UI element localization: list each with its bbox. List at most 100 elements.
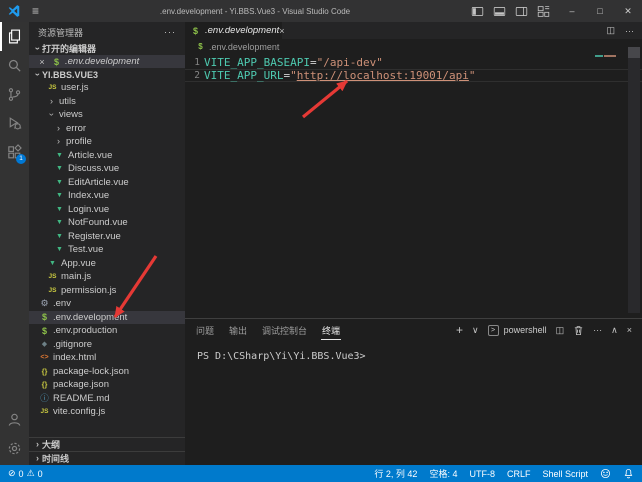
terminal[interactable]: PS D:\CSharp\Yi\Yi.BBS.Vue3> [197, 351, 642, 362]
timeline-section[interactable]: › 时间线 [29, 451, 185, 465]
tree-item-profile[interactable]: ›profile [29, 135, 185, 149]
panel-tab-problems[interactable]: 问题 [195, 320, 215, 340]
code-token: "/api-dev" [317, 56, 383, 69]
search-icon[interactable] [0, 51, 29, 80]
scrollbar[interactable] [628, 47, 640, 313]
tree-item-views[interactable]: ›views [29, 108, 185, 122]
tree-item-NotFound.vue[interactable]: ▼NotFound.vue [29, 216, 185, 230]
feedback-icon[interactable] [600, 468, 611, 479]
close-panel-icon[interactable]: × [627, 325, 632, 335]
powershell-icon: > [488, 325, 499, 336]
maximize-panel-icon[interactable]: ∧ [611, 325, 618, 336]
tree-item-user.js[interactable]: JSuser.js [29, 81, 185, 95]
close-icon[interactable]: × [37, 57, 47, 67]
language-mode[interactable]: Shell Script [542, 469, 588, 479]
extensions-icon[interactable]: 1 [0, 138, 29, 167]
code-line-1[interactable]: 1VITE_APP_BASEAPI="/api-dev" [185, 56, 642, 69]
panel-tab-terminal[interactable]: 终端 [321, 320, 341, 340]
tree-item-.env[interactable]: ⚙.env [29, 297, 185, 311]
code-token: VITE_APP_URL [204, 69, 283, 82]
tree-item-label: .env [53, 298, 71, 309]
open-editor-item-env-development[interactable]: × $ .env.development [29, 55, 185, 68]
html-file-icon: <> [39, 354, 50, 361]
tree-item-label: vite.config.js [53, 406, 105, 417]
vscode-logo-icon [7, 4, 21, 18]
close-icon[interactable]: × [279, 26, 284, 36]
indentation[interactable]: 空格: 4 [429, 467, 457, 480]
split-editor-icon[interactable]: ◫ [606, 25, 615, 36]
diamond-file-icon: ◆ [39, 340, 50, 348]
tree-item-Register.vue[interactable]: ▼Register.vue [29, 230, 185, 244]
activity-bar: 1 [0, 22, 29, 465]
split-terminal-icon[interactable]: ◫ [556, 325, 565, 336]
chevron-down-icon: › [33, 70, 42, 79]
tree-item-label: README.md [53, 393, 109, 404]
eol-sequence[interactable]: CRLF [507, 469, 531, 479]
problems-status[interactable]: ⊘ 0 ⚠ 0 [8, 468, 43, 479]
code-lines[interactable]: 1VITE_APP_BASEAPI="/api-dev"2VITE_APP_UR… [185, 54, 642, 82]
toggle-sidebar-icon[interactable] [471, 5, 484, 18]
tree-item-main.js[interactable]: JSmain.js [29, 270, 185, 284]
shell-icon: $ [190, 26, 201, 36]
account-icon[interactable] [0, 405, 29, 434]
scrollbar-slider[interactable] [628, 47, 640, 58]
tab-env-development[interactable]: $ .env.development × [185, 22, 282, 39]
tree-item-label: EditArticle.vue [68, 177, 129, 188]
tree-item-vite.config.js[interactable]: JSvite.config.js [29, 405, 185, 419]
more-actions-icon[interactable]: ··· [593, 325, 602, 335]
tree-item-App.vue[interactable]: ▼App.vue [29, 257, 185, 271]
tree-item-label: profile [66, 136, 92, 147]
more-actions-icon[interactable]: ··· [164, 27, 176, 37]
explorer-icon[interactable] [0, 22, 29, 51]
close-button[interactable]: ✕ [614, 0, 642, 22]
tree-item-package-lock.json[interactable]: {}package-lock.json [29, 365, 185, 379]
run-debug-icon[interactable] [0, 109, 29, 138]
tree-item-README.md[interactable]: ⓘREADME.md [29, 392, 185, 406]
customize-layout-icon[interactable] [537, 5, 550, 18]
source-control-icon[interactable] [0, 80, 29, 109]
tree-item-.gitignore[interactable]: ◆.gitignore [29, 338, 185, 352]
maximize-button[interactable]: □ [586, 0, 614, 22]
chevron-down-icon: › [33, 44, 42, 53]
tree-item-Discuss.vue[interactable]: ▼Discuss.vue [29, 162, 185, 176]
breadcrumb[interactable]: $ .env.development [185, 39, 642, 54]
tree-item-error[interactable]: ›error [29, 122, 185, 136]
tree-item-.env.production[interactable]: $.env.production [29, 324, 185, 338]
tree-item-utils[interactable]: ›utils [29, 95, 185, 109]
tree-item-permission.js[interactable]: JSpermission.js [29, 284, 185, 298]
vue-file-icon: ▼ [54, 233, 65, 240]
open-editors-header[interactable]: › 打开的编辑器 [29, 42, 185, 55]
code-token: " [469, 69, 476, 82]
settings-gear-icon[interactable] [0, 434, 29, 463]
url-link[interactable]: http://localhost:19001/api [297, 69, 469, 82]
tree-item-EditArticle.vue[interactable]: ▼EditArticle.vue [29, 176, 185, 190]
tree-item-.env.development[interactable]: $.env.development [29, 311, 185, 325]
new-terminal-icon[interactable]: + [456, 323, 463, 337]
encoding[interactable]: UTF-8 [469, 469, 495, 479]
menu-icon[interactable]: ≡ [32, 0, 39, 22]
tree-item-label: Index.vue [68, 190, 109, 201]
tree-item-label: Article.vue [68, 150, 112, 161]
tree-item-package.json[interactable]: {}package.json [29, 378, 185, 392]
notifications-bell-icon[interactable] [623, 468, 634, 479]
chevron-right-icon: › [33, 440, 42, 449]
toggle-panel-icon[interactable] [493, 5, 506, 18]
project-root-header[interactable]: › YI.BBS.VUE3 [29, 68, 185, 81]
shell-selector[interactable]: powershell [504, 325, 547, 335]
tree-item-Article.vue[interactable]: ▼Article.vue [29, 149, 185, 163]
outline-section[interactable]: › 大纲 [29, 437, 185, 451]
panel-tab-output[interactable]: 输出 [228, 320, 248, 340]
chevron-down-icon[interactable]: ∨ [472, 325, 479, 336]
code-line-2[interactable]: 2VITE_APP_URL="http://localhost:19001/ap… [185, 69, 642, 82]
trash-icon[interactable] [573, 325, 584, 336]
tree-item-index.html[interactable]: <>index.html [29, 351, 185, 365]
toggle-secondary-sidebar-icon[interactable] [515, 5, 528, 18]
cursor-position[interactable]: 行 2, 列 42 [374, 467, 417, 480]
panel-tab-debug-console[interactable]: 调试控制台 [261, 320, 308, 340]
minimize-button[interactable]: – [558, 0, 586, 22]
tree-item-Index.vue[interactable]: ▼Index.vue [29, 189, 185, 203]
vue-file-icon: ▼ [54, 192, 65, 199]
tree-item-Login.vue[interactable]: ▼Login.vue [29, 203, 185, 217]
more-actions-icon[interactable]: ··· [625, 26, 634, 36]
tree-item-Test.vue[interactable]: ▼Test.vue [29, 243, 185, 257]
